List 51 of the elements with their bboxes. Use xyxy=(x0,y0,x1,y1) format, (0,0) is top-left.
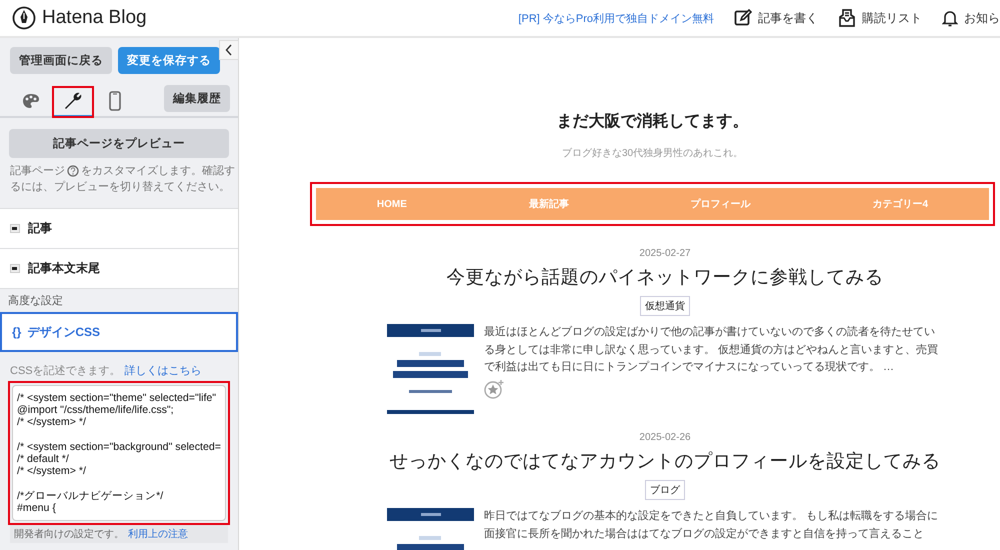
phone-icon[interactable] xyxy=(109,90,121,110)
code-line: /* <system section="theme" selected="life" xyxy=(17,392,216,404)
notice-link[interactable]: 利用上の注意 xyxy=(128,529,188,540)
css-editor[interactable]: /* <system section="theme" selected="life" @import "/css/theme/life/life.css"; /* </system> */ /* <system section="background" selected= /* default */ /* </system> */ /*グローバルナビゲーション*/ #menu { xyxy=(12,385,226,521)
section-item[interactable]: 記事 xyxy=(0,208,238,248)
description-text: 記事ページ xyxy=(10,164,65,179)
header-link[interactable]: 記事を書く xyxy=(758,10,818,26)
chevron-left-icon xyxy=(225,44,233,56)
back-button[interactable]: 管理画面に戻る xyxy=(10,47,112,74)
pen-nib-icon xyxy=(12,6,36,30)
logo-text[interactable]: Hatena Blog xyxy=(42,7,147,29)
section-item[interactable]: 記事本文末尾 xyxy=(0,248,238,288)
code-line: /* </system> */ xyxy=(17,465,86,478)
post-excerpt: 昨日ではてなブログの基本的な設定をできたと自負しています。 もし私は転職をする場合に面接官に長所を聞かれた場合ははてなブログの設定ができますと自信を持って言えること xyxy=(484,508,940,542)
help-text: CSSを記述できます。 xyxy=(10,365,121,377)
help-icon[interactable] xyxy=(67,165,79,177)
blog-description: ブログ好きな30代独身男性のあれこれ。 xyxy=(560,146,744,160)
blog-title[interactable]: まだ大阪で消耗してます。 xyxy=(310,111,995,132)
category-tag[interactable]: ブログ xyxy=(645,480,685,500)
help-text: 開発者向けの設定です。 xyxy=(14,529,124,540)
square-icon xyxy=(10,224,20,233)
post-date: 2025-02-26 xyxy=(638,432,692,443)
post-title[interactable]: せっかくなのではてなアカウントのプロフィールを設定してみる xyxy=(387,448,943,473)
collapse-button[interactable] xyxy=(219,40,239,60)
code-line: /*グローバルナビゲーション*/ xyxy=(17,490,164,502)
category-tag[interactable]: 仮想通貨 xyxy=(640,296,690,316)
description-text: をカスタマイズします。確認す xyxy=(81,164,235,179)
square-icon xyxy=(10,264,20,273)
description-text: るには、プレビューを切り替えてください。 xyxy=(10,180,230,195)
post-date: 2025-02-27 xyxy=(638,248,692,259)
code-line: @import "/css/theme/life/life.css"; xyxy=(17,404,174,416)
inbox-icon xyxy=(838,9,856,27)
details-link[interactable]: 詳しくはこちら xyxy=(124,365,202,377)
header-link[interactable]: お知ら xyxy=(964,10,1000,26)
section-item[interactable]: {} デザインCSS xyxy=(0,312,238,352)
post-excerpt: 最近はほとんどブログの設定ばかりで他の記事が書けていないので多くの読者を待たせている身としては非常に申し訳なく思っています。 仮想通貨の方はどやねんと言いますと、売買で利益は出ても日に日にトランプコインでマイナスになっていってる現状です。 … xyxy=(484,324,940,375)
bell-icon xyxy=(942,9,958,27)
wrench-icon[interactable] xyxy=(63,90,83,110)
code-line: /* </system> */ xyxy=(17,416,86,429)
post-title[interactable]: 今更ながら話題のパイネットワークに参戦してみる xyxy=(387,264,943,289)
code-line: /* default */ xyxy=(17,453,69,466)
header-link[interactable]: 購読リスト xyxy=(862,10,922,26)
preview-button[interactable]: 記事ページをプレビュー xyxy=(9,129,229,158)
history-button[interactable]: 編集履歴 xyxy=(164,85,230,112)
palette-icon[interactable] xyxy=(22,92,40,108)
code-line: /* <system section="background" selected= xyxy=(17,440,221,453)
code-line: #menu { xyxy=(17,502,56,514)
tab[interactable] xyxy=(52,86,94,118)
promo-link[interactable]: [PR] 今ならPro利用で独自ドメイン無料 xyxy=(518,10,714,26)
braces-icon: {} xyxy=(12,325,22,339)
pencil-icon xyxy=(734,9,752,27)
